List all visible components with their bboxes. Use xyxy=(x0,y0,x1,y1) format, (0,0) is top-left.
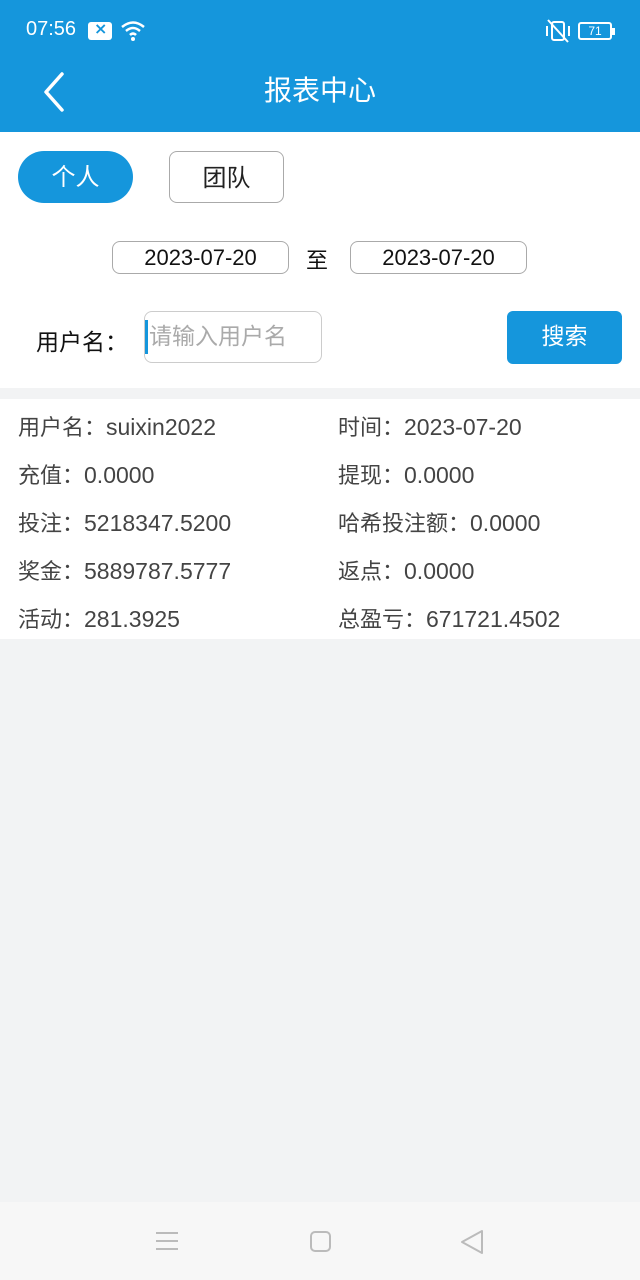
bonus-row: 奖金：5889787.5777 xyxy=(18,554,231,586)
text-cursor xyxy=(145,320,148,354)
system-nav-bar xyxy=(0,1202,640,1280)
time-label: 时间： xyxy=(338,416,405,441)
home-icon[interactable] xyxy=(310,1231,331,1252)
withdraw-label: 提现： xyxy=(338,464,405,489)
nav-back-icon[interactable] xyxy=(458,1229,486,1255)
activity-label: 活动： xyxy=(18,608,85,633)
time-value: 2023-07-20 xyxy=(404,414,522,440)
username-result-label: 用户名： xyxy=(18,416,107,441)
username-value: suixin2022 xyxy=(106,414,216,440)
username-label: 用户名： xyxy=(36,330,128,356)
time-row: 时间：2023-07-20 xyxy=(338,410,522,442)
menu-icon[interactable] xyxy=(156,1232,178,1250)
recharge-row: 充值：0.0000 xyxy=(18,458,154,490)
bonus-label: 奖金： xyxy=(18,560,85,585)
rebate-label: 返点： xyxy=(338,560,405,585)
vibrate-mute-icon xyxy=(546,19,570,43)
bet-value: 5218347.5200 xyxy=(84,510,232,536)
bet-label: 投注： xyxy=(18,512,85,537)
hash-bet-row: 哈希投注额：0.0000 xyxy=(338,506,540,538)
activity-value: 281.3925 xyxy=(84,606,180,632)
rebate-row: 返点：0.0000 xyxy=(338,554,474,586)
notification-icon xyxy=(88,19,112,40)
status-bar: 07:56 71 xyxy=(0,0,640,62)
activity-row: 活动：281.3925 xyxy=(18,602,180,634)
wifi-icon xyxy=(121,21,145,41)
app-header: 07:56 71 报表中心 xyxy=(0,0,640,132)
search-button[interactable]: 搜索 xyxy=(507,311,622,364)
end-date-field[interactable]: 2023-07-20 xyxy=(350,241,527,274)
filter-panel: 个人 团队 2023-07-20 至 2023-07-20 用户名： 搜索 xyxy=(0,132,640,388)
total-value: 671721.4502 xyxy=(426,606,561,632)
bonus-value: 5889787.5777 xyxy=(84,558,232,584)
withdraw-value: 0.0000 xyxy=(404,462,475,488)
withdraw-row: 提现：0.0000 xyxy=(338,458,474,490)
bet-row: 投注：5218347.5200 xyxy=(18,506,231,538)
hash-bet-label: 哈希投注额： xyxy=(338,512,471,537)
total-row: 总盈亏：671721.4502 xyxy=(338,602,560,634)
report-results: 用户名：suixin2022 时间：2023-07-20 充值：0.0000 提… xyxy=(0,399,640,639)
rebate-value: 0.0000 xyxy=(404,558,475,584)
start-date-field[interactable]: 2023-07-20 xyxy=(112,241,289,274)
hash-bet-value: 0.0000 xyxy=(470,510,541,536)
battery-icon: 71 xyxy=(578,22,615,40)
page-title: 报表中心 xyxy=(263,74,376,107)
total-label: 总盈亏： xyxy=(338,608,427,633)
username-row: 用户名：suixin2022 xyxy=(18,410,216,442)
date-separator: 至 xyxy=(306,249,329,274)
tab-personal[interactable]: 个人 xyxy=(18,151,133,203)
recharge-label: 充值： xyxy=(18,464,85,489)
tab-team[interactable]: 团队 xyxy=(169,151,284,203)
username-input[interactable] xyxy=(144,311,322,363)
status-time: 07:56 xyxy=(26,18,77,40)
recharge-value: 0.0000 xyxy=(84,462,155,488)
